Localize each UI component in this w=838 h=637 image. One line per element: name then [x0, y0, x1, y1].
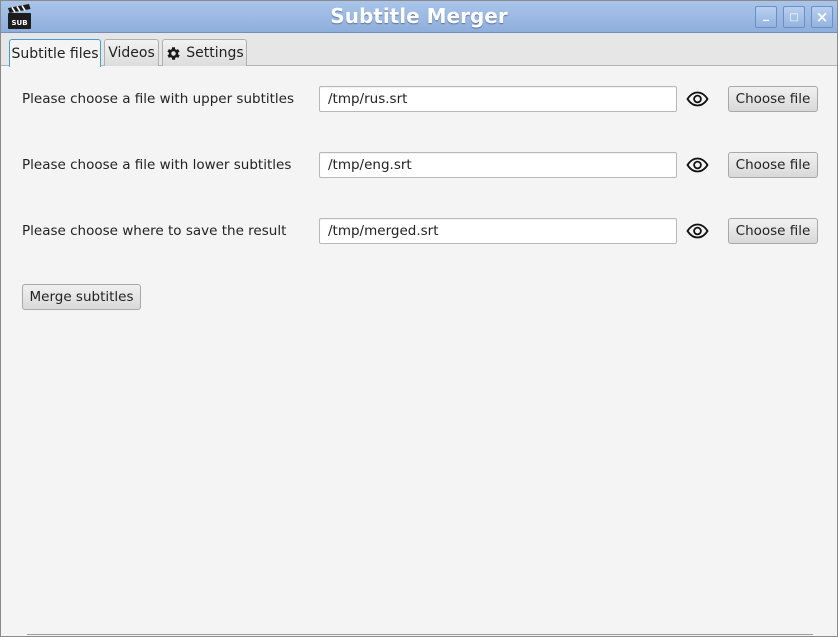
close-icon: ×: [815, 8, 829, 26]
result-path-field[interactable]: /tmp/merged.srt: [319, 218, 677, 244]
choose-result-file-button[interactable]: Choose file: [728, 218, 818, 244]
minimize-button[interactable]: _: [755, 6, 777, 28]
maximize-button[interactable]: □: [783, 6, 805, 28]
app-window: SUB Subtitle Merger _ □ × Subtitle files…: [0, 0, 838, 637]
tab-label: Videos: [108, 45, 155, 61]
lower-subtitles-path-field[interactable]: /tmp/eng.srt: [319, 152, 677, 178]
bottom-divider: [27, 634, 813, 635]
window-title: Subtitle Merger: [330, 4, 508, 28]
merge-subtitles-button[interactable]: Merge subtitles: [22, 284, 141, 310]
button-label: Merge subtitles: [29, 289, 134, 305]
title-bar[interactable]: SUB Subtitle Merger _ □ ×: [1, 1, 837, 33]
eye-icon[interactable]: [686, 91, 709, 107]
choose-lower-file-button[interactable]: Choose file: [728, 152, 818, 178]
tab-bar: Subtitle files Videos Settings: [1, 33, 837, 67]
eye-icon[interactable]: [686, 223, 709, 239]
button-label: Choose file: [735, 223, 811, 239]
tab-videos[interactable]: Videos: [104, 39, 159, 66]
tab-label: Subtitle files: [11, 45, 99, 62]
close-button[interactable]: ×: [811, 6, 833, 28]
tab-subtitle-files[interactable]: Subtitle files: [9, 39, 101, 67]
button-label: Choose file: [735, 91, 811, 107]
upper-subtitles-label: Please choose a file with upper subtitle…: [22, 91, 295, 107]
choose-upper-file-button[interactable]: Choose file: [728, 86, 818, 112]
result-save-label: Please choose where to save the result: [22, 223, 287, 239]
eye-icon[interactable]: [686, 157, 709, 173]
lower-subtitles-label: Please choose a file with lower subtitle…: [22, 157, 292, 173]
maximize-icon: □: [789, 11, 799, 23]
gear-icon: [167, 46, 180, 60]
minimize-icon: _: [763, 7, 769, 21]
tab-settings[interactable]: Settings: [162, 39, 247, 66]
upper-subtitles-path-field[interactable]: /tmp/rus.srt: [319, 86, 677, 112]
button-label: Choose file: [735, 157, 811, 173]
tab-label: Settings: [186, 45, 244, 61]
